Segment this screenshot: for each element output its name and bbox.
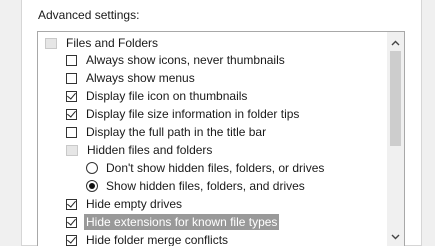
- group-label: Hidden files and folders: [87, 143, 213, 157]
- advanced-settings-label: Advanced settings:: [38, 8, 140, 22]
- setting-always-show-icons[interactable]: Always show icons, never thumbnails: [66, 51, 287, 69]
- setting-label-selected: Hide extensions for known file types: [84, 214, 280, 230]
- checkbox[interactable]: [66, 90, 77, 102]
- setting-hide-empty-drives[interactable]: Hide empty drives: [66, 195, 184, 213]
- vertical-scrollbar[interactable]: [387, 32, 404, 246]
- radio-dont-show-hidden[interactable]: Don't show hidden files, folders, or dri…: [86, 159, 326, 177]
- checkbox[interactable]: [66, 216, 77, 228]
- setting-hide-extensions[interactable]: Hide extensions for known file types: [66, 213, 280, 231]
- checkbox[interactable]: [66, 198, 77, 210]
- setting-label: Display file icon on thumbnails: [86, 89, 248, 103]
- setting-display-file-icon[interactable]: Display file icon on thumbnails: [66, 87, 249, 105]
- checkbox[interactable]: [66, 234, 77, 246]
- group-label: Files and Folders: [66, 36, 159, 50]
- radio-label: Don't show hidden files, folders, or dri…: [106, 161, 325, 175]
- setting-label: Display file size information in folder …: [86, 107, 300, 121]
- checkbox[interactable]: [66, 72, 77, 84]
- setting-display-full-path[interactable]: Display the full path in the title bar: [66, 123, 268, 141]
- advanced-settings-list[interactable]: Files and Folders Always show icons, nev…: [37, 31, 405, 246]
- chevron-down-icon[interactable]: [387, 228, 404, 245]
- setting-label: Always show icons, never thumbnails: [86, 53, 285, 67]
- folder-icon: [45, 37, 57, 49]
- radio-label: Show hidden files, folders, and drives: [106, 179, 305, 193]
- tree-group-files-and-folders[interactable]: Files and Folders: [45, 34, 160, 52]
- tree-group-hidden-files[interactable]: Hidden files and folders: [66, 141, 214, 159]
- setting-always-show-menus[interactable]: Always show menus: [66, 69, 197, 87]
- setting-display-file-size[interactable]: Display file size information in folder …: [66, 105, 301, 123]
- folder-icon: [66, 144, 78, 156]
- setting-label: Hide folder merge conflicts: [86, 233, 229, 246]
- radio-show-hidden[interactable]: Show hidden files, folders, and drives: [86, 177, 307, 195]
- radio-button[interactable]: [86, 162, 98, 174]
- setting-label: Display the full path in the title bar: [86, 125, 267, 139]
- checkbox[interactable]: [66, 126, 77, 138]
- checkbox[interactable]: [66, 108, 77, 120]
- setting-label: Hide empty drives: [86, 197, 183, 211]
- checkbox[interactable]: [66, 54, 77, 66]
- scroll-thumb[interactable]: [390, 51, 401, 146]
- radio-button[interactable]: [86, 180, 98, 192]
- setting-hide-merge-conflicts[interactable]: Hide folder merge conflicts: [66, 231, 230, 246]
- chevron-up-icon[interactable]: [387, 34, 404, 51]
- setting-label: Always show menus: [86, 71, 195, 85]
